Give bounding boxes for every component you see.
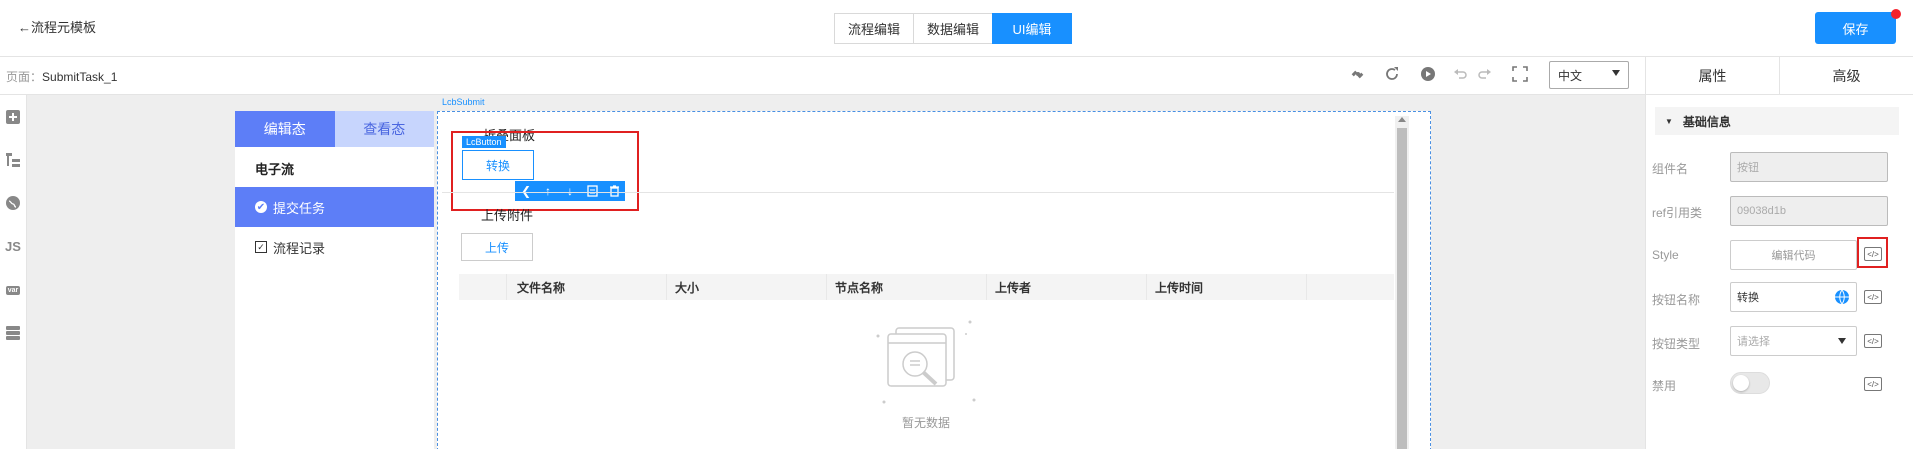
database-icon[interactable]	[4, 324, 22, 342]
divider	[442, 192, 1394, 193]
tab-properties[interactable]: 属性	[1646, 57, 1780, 94]
tab-edit-state[interactable]: 编辑态	[235, 111, 335, 147]
disabled-label: 禁用	[1652, 379, 1677, 393]
nav-panel: 编辑态 查看态 电子流 ✔ 提交任务 ✓ 流程记录	[235, 111, 434, 449]
file-table-header: 文件名称 大小 节点名称 上传者 上传时间	[459, 274, 1394, 300]
notification-dot	[1891, 9, 1901, 19]
back-link[interactable]: ←流程元模板	[18, 17, 96, 36]
nav-tabs: 编辑态 查看态	[235, 111, 434, 147]
add-icon[interactable]	[4, 108, 22, 126]
scrollbar-thumb[interactable]	[1397, 128, 1407, 449]
button-name-label: 按钮名称	[1652, 293, 1701, 307]
tab-view-state[interactable]: 查看态	[334, 111, 434, 147]
upload-title: 上传附件	[481, 208, 534, 223]
fullscreen-icon[interactable]	[1510, 66, 1530, 87]
language-value: 中文	[1558, 69, 1583, 83]
table-header-node: 节点名称	[827, 274, 987, 300]
highlight-box-button	[451, 131, 639, 211]
nav-heading: 电子流	[255, 162, 295, 177]
mode-tabs: 流程编辑 数据编辑 UI编辑	[834, 13, 1072, 44]
nav-item-label: 流程记录	[273, 240, 326, 256]
table-header-size: 大小	[667, 274, 827, 300]
button-type-label: 按钮类型	[1652, 337, 1701, 351]
component-name-label: 组件名	[1652, 162, 1689, 176]
save-button[interactable]: 保存	[1815, 12, 1896, 44]
tab-ui-edit[interactable]: UI编辑	[992, 13, 1072, 44]
refresh-icon[interactable]	[1382, 66, 1402, 87]
globe-icon[interactable]	[4, 194, 22, 212]
nav-item-flow-record[interactable]: ✓ 流程记录	[235, 227, 434, 267]
button-type-placeholder: 请选择	[1737, 336, 1770, 348]
left-sidebar	[0, 95, 27, 449]
ref-label: ref引用类	[1652, 206, 1703, 220]
button-name-value: 转换	[1737, 292, 1759, 304]
check-circle-icon: ✔	[255, 201, 267, 213]
component-label: LcbSubmit	[442, 97, 485, 107]
tab-data-edit[interactable]: 数据编辑	[913, 13, 993, 44]
button-type-select[interactable]: 请选择	[1730, 326, 1857, 356]
property-tabs: 属性 高级	[1646, 57, 1913, 95]
redo-icon[interactable]	[1474, 66, 1494, 87]
section-basic-info[interactable]: ▼ 基础信息	[1655, 107, 1899, 135]
page-prefix: 页面：	[6, 70, 43, 84]
upload-button[interactable]: 上传	[461, 233, 533, 261]
table-header-blank	[459, 274, 507, 300]
undo-icon[interactable]	[1451, 66, 1471, 87]
tab-advanced[interactable]: 高级	[1780, 57, 1913, 94]
code-icon[interactable]: </>	[1864, 377, 1882, 391]
page-name: SubmitTask_1	[42, 70, 118, 84]
highlight-box-code	[1857, 237, 1888, 268]
style-label: Style	[1652, 248, 1679, 262]
section-title: 基础信息	[1682, 114, 1731, 129]
nav-item-label: 提交任务	[273, 200, 326, 216]
ref-field: 09038d1b	[1730, 196, 1888, 226]
edit-code-button[interactable]: 编辑代码	[1730, 240, 1857, 270]
scroll-up-icon[interactable]	[1398, 117, 1406, 122]
var-label: var	[5, 285, 21, 295]
nav-item-submit-task[interactable]: ✔ 提交任务	[235, 187, 434, 227]
var-icon[interactable]: var	[4, 281, 22, 299]
chevron-down-icon	[1612, 70, 1620, 76]
checkbox-icon: ✓	[255, 241, 267, 253]
play-icon[interactable]	[1418, 66, 1438, 87]
page-indicator: 页面：SubmitTask_1	[6, 68, 117, 85]
component-name-field: 按钮	[1730, 152, 1888, 182]
table-header-upload-time: 上传时间	[1147, 274, 1307, 300]
tab-flow-edit[interactable]: 流程编辑	[834, 13, 914, 44]
disabled-toggle[interactable]	[1730, 372, 1770, 394]
satellite-icon[interactable]	[1348, 66, 1368, 87]
globe-icon[interactable]	[1834, 289, 1850, 308]
empty-illustration-icon	[870, 316, 982, 406]
code-icon[interactable]: </>	[1864, 290, 1882, 304]
empty-text: 暂无数据	[902, 416, 951, 430]
chevron-down-icon	[1838, 338, 1846, 344]
language-select[interactable]: 中文	[1549, 61, 1629, 89]
table-header-uploader: 上传者	[987, 274, 1147, 300]
code-icon[interactable]: </>	[1864, 334, 1882, 348]
tree-icon[interactable]	[4, 151, 22, 169]
caret-down-icon: ▼	[1665, 116, 1673, 126]
js-icon[interactable]: JS	[4, 237, 22, 255]
table-header-filename: 文件名称	[507, 274, 667, 300]
